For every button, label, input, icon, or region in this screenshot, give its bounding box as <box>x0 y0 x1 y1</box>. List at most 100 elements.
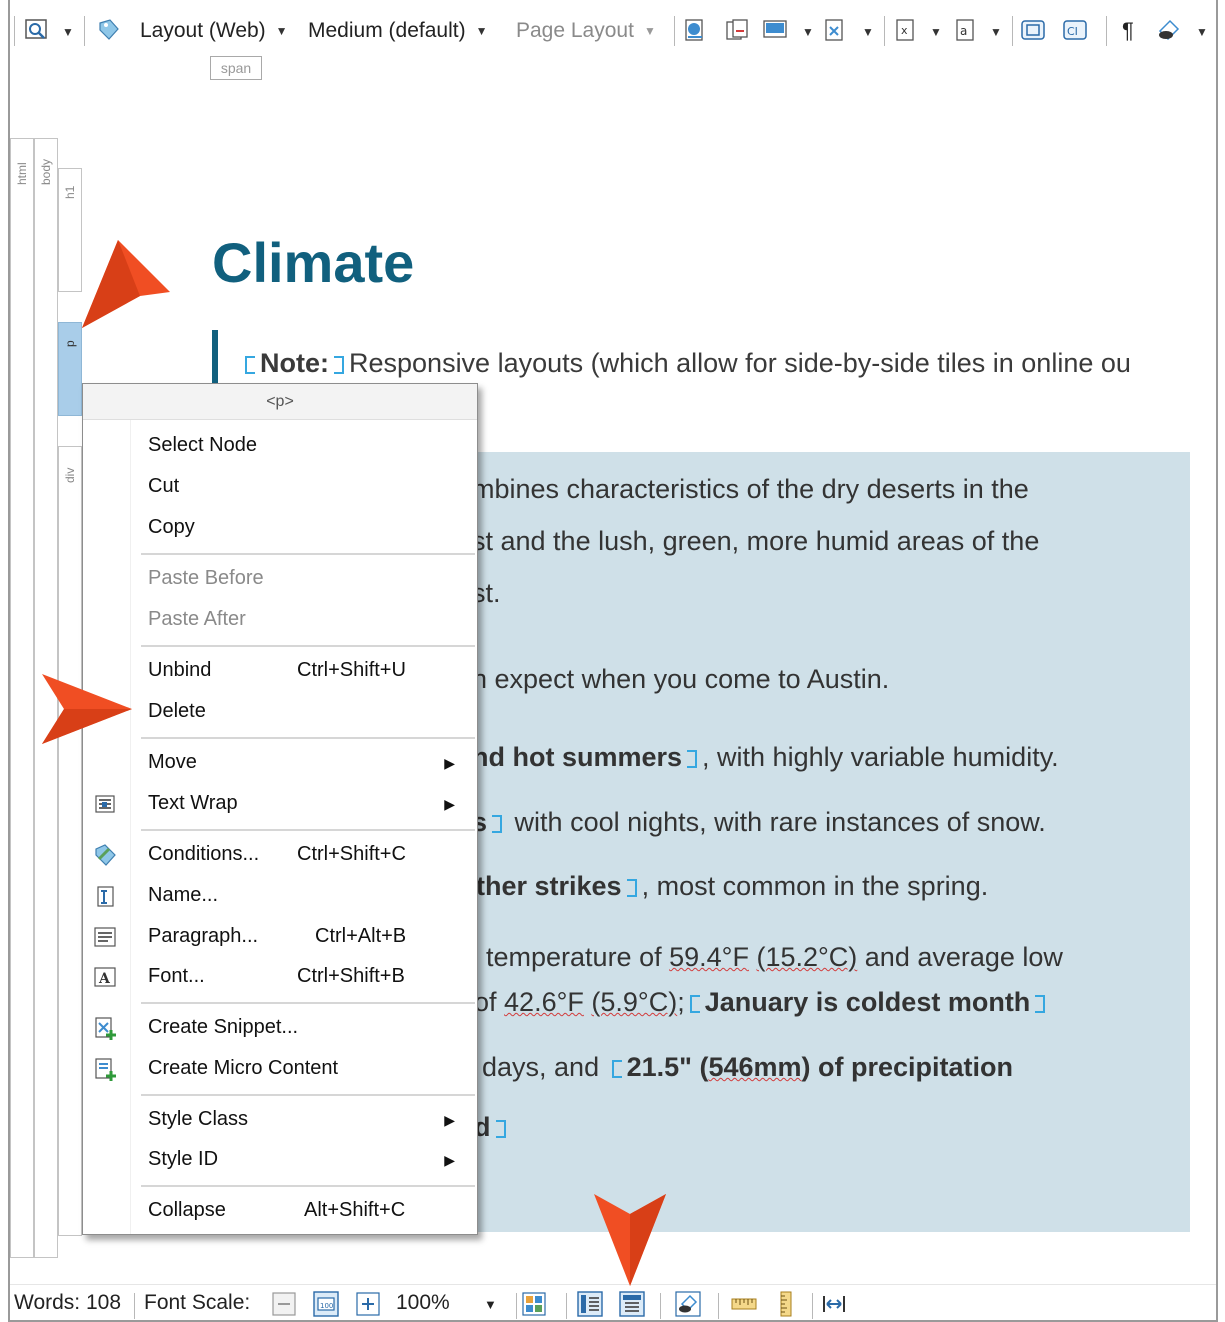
heading-climate[interactable]: Climate <box>212 230 414 295</box>
text: days, and <box>482 1052 600 1082</box>
statusbar-separator <box>812 1293 813 1319</box>
structure-bar-left-icon[interactable] <box>576 1290 604 1318</box>
medium-dropdown[interactable]: Medium (default) ▼ <box>308 14 487 48</box>
insert-image-icon[interactable] <box>762 17 788 43</box>
insert-text-box-icon[interactable]: x <box>892 17 918 43</box>
chevron-down-icon[interactable]: ▼ <box>62 25 74 39</box>
span-end-marker[interactable] <box>492 815 503 833</box>
div-label: div <box>63 467 77 483</box>
menu-item-create-snippet[interactable]: Create Snippet... <box>83 1010 477 1048</box>
text: of <box>474 987 505 1017</box>
span-end-marker[interactable] <box>495 1120 506 1138</box>
list-item-winters: s with cool nights, with rare instances … <box>472 807 1046 838</box>
spelling-flag[interactable]: 42.6°F <box>504 987 584 1017</box>
show-blocks-icon[interactable] <box>520 1290 548 1318</box>
menu-item-delete[interactable]: Delete <box>83 694 477 732</box>
menu-item-font[interactable]: A Font... Ctrl+Shift+B <box>83 959 477 997</box>
conditions-tag-icon[interactable] <box>96 17 122 43</box>
span-start-marker[interactable] <box>611 1060 622 1078</box>
menu-item-select-node[interactable]: Select Node <box>83 428 477 466</box>
note-accent-bar <box>212 330 218 386</box>
insert-character-icon[interactable]: a <box>952 17 978 43</box>
svg-text:A: A <box>98 971 111 987</box>
show-markers-button[interactable]: ¶ <box>1122 14 1134 48</box>
submenu-arrow-icon: ▶ <box>444 1112 455 1128</box>
note-paragraph[interactable]: Note: Responsive layouts (which allow for… <box>240 348 1131 379</box>
status-bar: Words: 108 Font Scale: 100 100% ▼ <box>10 1284 1216 1320</box>
menu-item-style-class[interactable]: Style Class ▶ <box>83 1102 477 1140</box>
create-micro-content-icon <box>95 1058 116 1081</box>
structure-bar-div[interactable]: div <box>58 446 82 1236</box>
menu-item-conditions[interactable]: Conditions... Ctrl+Shift+C <box>83 837 477 875</box>
menu-item-unbind[interactable]: Unbind Ctrl+Shift+U <box>83 653 477 691</box>
chevron-down-icon[interactable]: ▼ <box>484 1297 497 1312</box>
span-structure-tag[interactable]: span <box>210 56 262 80</box>
spelling-flag[interactable]: 546mm <box>708 1052 801 1082</box>
page-layout-dropdown[interactable]: Page Layout ▼ <box>516 14 656 48</box>
show-conditions-icon[interactable]: CI <box>1062 17 1088 43</box>
font-scale-increase-icon[interactable] <box>354 1290 382 1318</box>
structure-bar-top-icon[interactable] <box>618 1290 646 1318</box>
menu-item-label: Paste After <box>148 608 246 630</box>
horizontal-ruler-icon[interactable] <box>730 1290 758 1318</box>
menu-item-create-micro-content[interactable]: Create Micro Content <box>83 1051 477 1089</box>
font-scale-reset-icon[interactable]: 100 <box>312 1290 340 1318</box>
track-changes-icon[interactable] <box>674 1290 702 1318</box>
menu-item-label: Style ID <box>148 1148 219 1170</box>
span-end-marker[interactable] <box>687 750 698 768</box>
menu-item-paragraph[interactable]: Paragraph... Ctrl+Alt+B <box>83 919 477 957</box>
chevron-down-icon[interactable]: ▼ <box>862 25 874 39</box>
spelling-flag[interactable]: 59.4°F <box>669 942 749 972</box>
menu-separator <box>141 829 475 831</box>
precipitation-line-end: d <box>474 1112 511 1143</box>
submenu-arrow-icon: ▶ <box>444 796 455 812</box>
spelling-flag[interactable]: (15.2°C) <box>756 942 857 972</box>
menu-item-style-id[interactable]: Style ID ▶ <box>83 1142 477 1180</box>
text: ; <box>677 987 685 1017</box>
chevron-down-icon[interactable]: ▼ <box>802 25 814 39</box>
statusbar-separator <box>718 1293 719 1319</box>
chevron-down-icon[interactable]: ▼ <box>990 25 1002 39</box>
structure-bar-html[interactable]: html <box>10 138 34 1258</box>
menu-separator <box>141 553 475 555</box>
paragraph-line: st and the lush, green, more humid areas… <box>472 526 1040 556</box>
menu-item-cut[interactable]: Cut <box>83 469 477 507</box>
paragraph-icon <box>94 927 116 947</box>
menu-item-paste-after: Paste After <box>83 602 477 640</box>
statusbar-separator <box>660 1293 661 1319</box>
fit-width-icon[interactable] <box>820 1290 848 1318</box>
menu-item-move[interactable]: Move ▶ <box>83 745 477 783</box>
vertical-ruler-icon[interactable] <box>772 1290 800 1318</box>
span-start-marker[interactable] <box>245 356 255 374</box>
bold-text: ther strikes <box>476 871 622 901</box>
insert-variable-icon[interactable] <box>822 17 848 43</box>
insert-link-icon[interactable] <box>682 17 708 43</box>
span-end-marker[interactable] <box>626 879 637 897</box>
span-end-marker[interactable] <box>334 356 344 374</box>
menu-item-label: Font... <box>148 965 205 987</box>
menu-item-text-wrap[interactable]: Text Wrap ▶ <box>83 786 477 824</box>
layout-dropdown[interactable]: Layout (Web) ▼ <box>140 14 288 48</box>
preview-icon[interactable] <box>24 17 50 43</box>
span-end-marker[interactable] <box>1035 995 1046 1013</box>
name-icon <box>97 886 114 907</box>
span-start-marker[interactable] <box>689 995 700 1013</box>
paragraph-line: n expect when you come to Austin. <box>472 664 890 694</box>
menu-item-copy[interactable]: Copy <box>83 510 477 548</box>
show-tags-icon[interactable] <box>1020 17 1046 43</box>
menu-item-collapse[interactable]: Collapse Alt+Shift+C <box>83 1193 477 1231</box>
menu-item-name[interactable]: Name... <box>83 878 477 916</box>
structure-bar-p[interactable]: p <box>58 322 82 416</box>
paragraph-line: mbines characteristics of the dry desert… <box>472 474 1029 504</box>
structure-bar-h1[interactable]: h1 <box>58 168 82 292</box>
chevron-down-icon[interactable]: ▼ <box>930 25 942 39</box>
menu-separator <box>141 1002 475 1004</box>
word-count: Words: 108 <box>14 1291 121 1314</box>
spelling-flag[interactable]: (5.9°C) <box>591 987 677 1017</box>
font-scale-decrease-icon[interactable] <box>270 1290 298 1318</box>
menu-item-shortcut: Alt+Shift+C <box>304 1199 406 1221</box>
chevron-down-icon[interactable]: ▼ <box>1196 25 1208 39</box>
cross-reference-icon[interactable] <box>724 17 750 43</box>
track-changes-icon[interactable] <box>1156 17 1182 43</box>
zoom-level[interactable]: 100% <box>396 1291 450 1315</box>
